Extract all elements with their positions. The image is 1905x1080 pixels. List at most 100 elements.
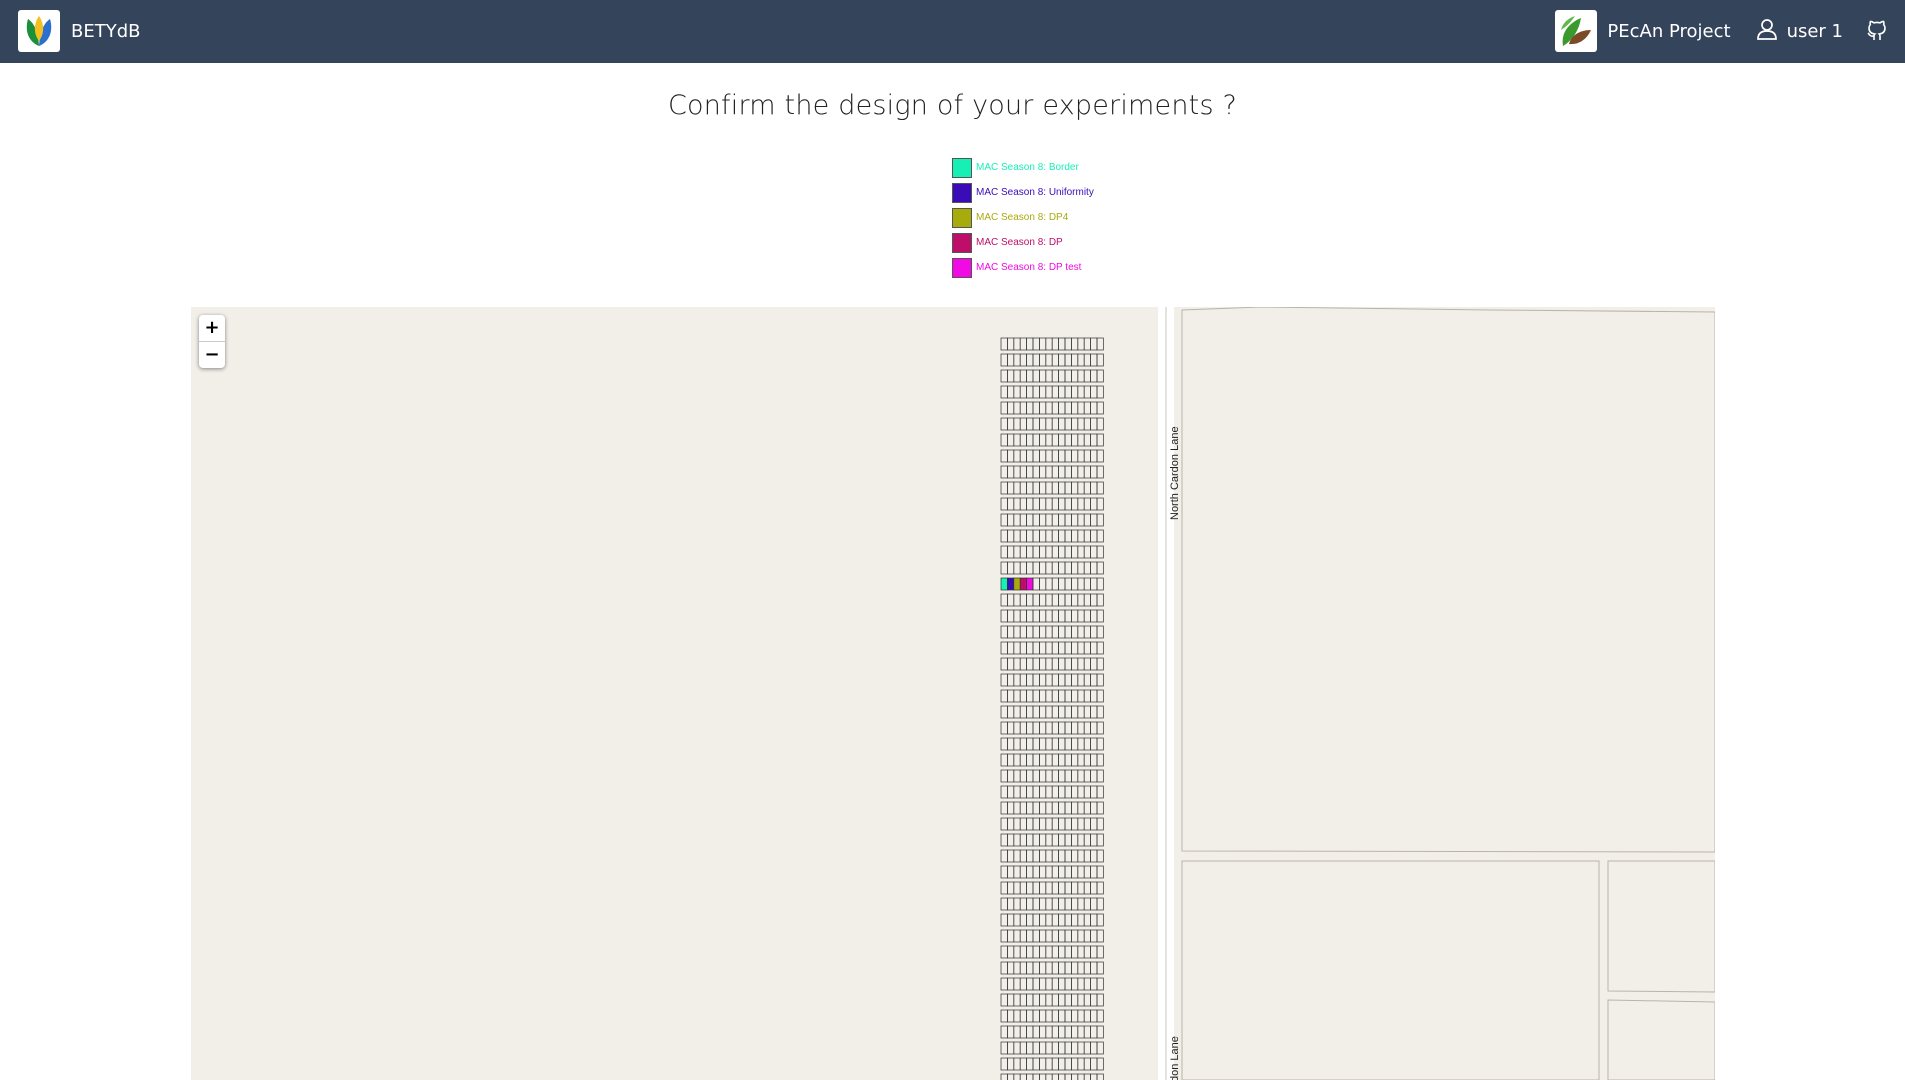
experiment-plot[interactable] — [1051, 337, 1059, 351]
experiment-plot[interactable] — [1096, 1057, 1104, 1071]
experiment-plot[interactable] — [1045, 609, 1053, 623]
experiment-plot[interactable] — [1019, 433, 1027, 447]
experiment-plot[interactable] — [1083, 1041, 1091, 1055]
experiment-plot[interactable] — [1064, 497, 1072, 511]
experiment-plot[interactable] — [1000, 657, 1008, 671]
experiment-plot[interactable] — [1058, 449, 1066, 463]
experiment-plot[interactable] — [1058, 369, 1066, 383]
experiment-plot[interactable] — [1032, 641, 1040, 655]
experiment-plot[interactable] — [1083, 561, 1091, 575]
experiment-plot[interactable] — [1058, 385, 1066, 399]
experiment-plot[interactable] — [1064, 801, 1072, 815]
experiment-plot[interactable] — [1032, 785, 1040, 799]
experiment-plot[interactable] — [1039, 721, 1047, 735]
experiment-plot[interactable] — [1045, 449, 1053, 463]
experiment-plot[interactable] — [1007, 929, 1015, 943]
experiment-plot[interactable] — [1000, 977, 1008, 991]
experiment-plot[interactable] — [1071, 609, 1079, 623]
experiment-plot[interactable] — [1000, 993, 1008, 1007]
experiment-plot[interactable] — [1007, 385, 1015, 399]
experiment-plot[interactable] — [1045, 385, 1053, 399]
experiment-plot[interactable] — [1064, 561, 1072, 575]
experiment-plot[interactable] — [1000, 897, 1008, 911]
experiment-plot[interactable] — [1077, 433, 1085, 447]
experiment-plot[interactable] — [1058, 577, 1066, 591]
experiment-plot[interactable] — [1077, 353, 1085, 367]
experiment-plot[interactable] — [1064, 769, 1072, 783]
experiment-plot[interactable] — [1013, 1041, 1021, 1055]
experiment-plot[interactable] — [1058, 865, 1066, 879]
experiment-plot[interactable] — [1013, 625, 1021, 639]
experiment-plot[interactable] — [1026, 769, 1034, 783]
experiment-plot[interactable] — [1090, 1025, 1098, 1039]
experiment-plot[interactable] — [1013, 753, 1021, 767]
experiment-plot[interactable] — [1051, 881, 1059, 895]
experiment-plot[interactable] — [1019, 1057, 1027, 1071]
experiment-plot[interactable] — [1026, 433, 1034, 447]
experiment-plot[interactable] — [1071, 865, 1079, 879]
experiment-plot[interactable] — [1096, 705, 1104, 719]
experiment-plot[interactable] — [1007, 945, 1015, 959]
experiment-plot[interactable] — [1090, 577, 1098, 591]
experiment-plot[interactable] — [1026, 737, 1034, 751]
experiment-plot[interactable] — [1090, 545, 1098, 559]
experiment-plot[interactable] — [1032, 497, 1040, 511]
experiment-plot[interactable] — [1064, 337, 1072, 351]
experiment-plot[interactable] — [1032, 913, 1040, 927]
experiment-plot[interactable] — [1071, 737, 1079, 751]
experiment-plot[interactable] — [1058, 753, 1066, 767]
experiment-plot[interactable] — [1071, 353, 1079, 367]
zoom-in-button[interactable]: + — [199, 315, 225, 341]
experiment-plot[interactable] — [1096, 449, 1104, 463]
experiment-plot[interactable] — [1071, 529, 1079, 543]
experiment-plot[interactable] — [1058, 353, 1066, 367]
experiment-plot[interactable] — [1064, 577, 1072, 591]
experiment-plot[interactable] — [1083, 977, 1091, 991]
experiment-plot[interactable] — [1071, 929, 1079, 943]
experiment-plot[interactable] — [1013, 513, 1021, 527]
experiment-plot[interactable] — [1039, 449, 1047, 463]
experiment-plot[interactable] — [1045, 865, 1053, 879]
experiment-plot[interactable] — [1000, 689, 1008, 703]
experiment-plot[interactable] — [1083, 433, 1091, 447]
experiment-plot[interactable] — [1077, 561, 1085, 575]
experiment-plot[interactable] — [1000, 593, 1008, 607]
experiment-plot[interactable] — [1032, 721, 1040, 735]
user-menu[interactable]: user 1 — [1755, 17, 1843, 45]
experiment-plot[interactable] — [1051, 641, 1059, 655]
experiment-plot[interactable] — [1090, 529, 1098, 543]
experiment-plot[interactable] — [1083, 833, 1091, 847]
experiment-plot[interactable] — [1007, 417, 1015, 431]
experiment-plot[interactable] — [1064, 817, 1072, 831]
experiment-plot[interactable] — [1058, 481, 1066, 495]
experiment-plot[interactable] — [1000, 577, 1008, 591]
experiment-plot[interactable] — [1032, 881, 1040, 895]
experiment-plot[interactable] — [1064, 385, 1072, 399]
experiment-plot[interactable] — [1019, 657, 1027, 671]
experiment-plot[interactable] — [1096, 785, 1104, 799]
experiment-plot[interactable] — [1045, 977, 1053, 991]
experiment-plot[interactable] — [1090, 513, 1098, 527]
experiment-plot[interactable] — [1032, 513, 1040, 527]
experiment-plot[interactable] — [1000, 913, 1008, 927]
experiment-plot[interactable] — [1090, 705, 1098, 719]
experiment-plot[interactable] — [1058, 897, 1066, 911]
experiment-plot[interactable] — [1096, 353, 1104, 367]
experiment-plot[interactable] — [1000, 1009, 1008, 1023]
experiment-plot[interactable] — [1071, 1009, 1079, 1023]
experiment-plot[interactable] — [1096, 481, 1104, 495]
experiment-plot[interactable] — [1051, 801, 1059, 815]
experiment-plot[interactable] — [1045, 657, 1053, 671]
experiment-plot[interactable] — [1039, 337, 1047, 351]
experiment-plot[interactable] — [1019, 929, 1027, 943]
experiment-plot[interactable] — [1064, 913, 1072, 927]
experiment-plot[interactable] — [1090, 673, 1098, 687]
experiment-plot[interactable] — [1090, 561, 1098, 575]
experiment-plot[interactable] — [1064, 737, 1072, 751]
experiment-plot[interactable] — [1039, 609, 1047, 623]
experiment-plot[interactable] — [1019, 705, 1027, 719]
experiment-plot[interactable] — [1026, 609, 1034, 623]
experiment-plot[interactable] — [1071, 769, 1079, 783]
experiment-plot[interactable] — [1051, 785, 1059, 799]
experiment-plot[interactable] — [1090, 881, 1098, 895]
